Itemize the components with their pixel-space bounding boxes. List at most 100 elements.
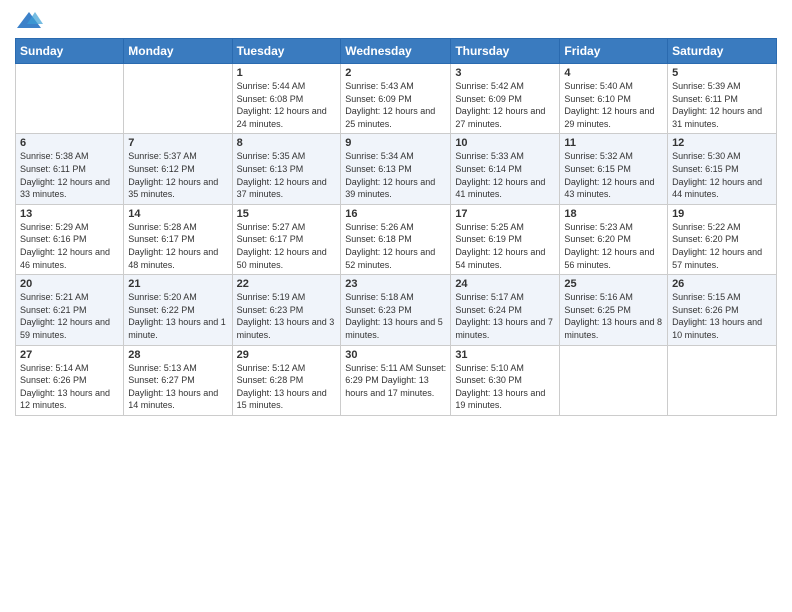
day-number: 26 [672, 278, 772, 290]
day-info: Sunrise: 5:11 AM Sunset: 6:29 PM Dayligh… [345, 362, 446, 400]
day-info: Sunrise: 5:21 AM Sunset: 6:21 PM Dayligh… [20, 291, 119, 341]
logo-icon [15, 10, 43, 32]
day-number: 7 [128, 137, 227, 149]
day-number: 18 [564, 208, 663, 220]
day-info: Sunrise: 5:35 AM Sunset: 6:13 PM Dayligh… [237, 150, 337, 200]
calendar-cell: 26Sunrise: 5:15 AM Sunset: 6:26 PM Dayli… [668, 275, 777, 345]
calendar-day-header: Wednesday [341, 39, 451, 64]
calendar-cell: 4Sunrise: 5:40 AM Sunset: 6:10 PM Daylig… [560, 64, 668, 134]
day-info: Sunrise: 5:23 AM Sunset: 6:20 PM Dayligh… [564, 221, 663, 271]
day-info: Sunrise: 5:43 AM Sunset: 6:09 PM Dayligh… [345, 80, 446, 130]
logo [15, 10, 47, 32]
day-number: 28 [128, 349, 227, 361]
calendar-cell: 9Sunrise: 5:34 AM Sunset: 6:13 PM Daylig… [341, 134, 451, 204]
calendar-cell: 17Sunrise: 5:25 AM Sunset: 6:19 PM Dayli… [451, 204, 560, 274]
calendar-cell [668, 345, 777, 415]
day-info: Sunrise: 5:29 AM Sunset: 6:16 PM Dayligh… [20, 221, 119, 271]
day-info: Sunrise: 5:25 AM Sunset: 6:19 PM Dayligh… [455, 221, 555, 271]
calendar-cell [124, 64, 232, 134]
calendar-day-header: Friday [560, 39, 668, 64]
calendar-cell: 8Sunrise: 5:35 AM Sunset: 6:13 PM Daylig… [232, 134, 341, 204]
calendar-day-header: Thursday [451, 39, 560, 64]
day-info: Sunrise: 5:18 AM Sunset: 6:23 PM Dayligh… [345, 291, 446, 341]
day-number: 24 [455, 278, 555, 290]
calendar-cell: 5Sunrise: 5:39 AM Sunset: 6:11 PM Daylig… [668, 64, 777, 134]
calendar-cell [16, 64, 124, 134]
day-number: 3 [455, 67, 555, 79]
day-info: Sunrise: 5:33 AM Sunset: 6:14 PM Dayligh… [455, 150, 555, 200]
day-info: Sunrise: 5:15 AM Sunset: 6:26 PM Dayligh… [672, 291, 772, 341]
day-number: 17 [455, 208, 555, 220]
day-number: 27 [20, 349, 119, 361]
calendar-cell: 31Sunrise: 5:10 AM Sunset: 6:30 PM Dayli… [451, 345, 560, 415]
calendar-cell: 27Sunrise: 5:14 AM Sunset: 6:26 PM Dayli… [16, 345, 124, 415]
day-info: Sunrise: 5:32 AM Sunset: 6:15 PM Dayligh… [564, 150, 663, 200]
header [15, 10, 777, 32]
calendar-cell: 22Sunrise: 5:19 AM Sunset: 6:23 PM Dayli… [232, 275, 341, 345]
calendar-cell: 20Sunrise: 5:21 AM Sunset: 6:21 PM Dayli… [16, 275, 124, 345]
day-number: 15 [237, 208, 337, 220]
day-number: 16 [345, 208, 446, 220]
day-number: 12 [672, 137, 772, 149]
day-info: Sunrise: 5:28 AM Sunset: 6:17 PM Dayligh… [128, 221, 227, 271]
calendar-cell: 24Sunrise: 5:17 AM Sunset: 6:24 PM Dayli… [451, 275, 560, 345]
day-number: 30 [345, 349, 446, 361]
day-info: Sunrise: 5:27 AM Sunset: 6:17 PM Dayligh… [237, 221, 337, 271]
calendar-cell: 30Sunrise: 5:11 AM Sunset: 6:29 PM Dayli… [341, 345, 451, 415]
calendar-cell: 2Sunrise: 5:43 AM Sunset: 6:09 PM Daylig… [341, 64, 451, 134]
calendar-cell [560, 345, 668, 415]
calendar-cell: 10Sunrise: 5:33 AM Sunset: 6:14 PM Dayli… [451, 134, 560, 204]
day-info: Sunrise: 5:12 AM Sunset: 6:28 PM Dayligh… [237, 362, 337, 412]
calendar-day-header: Tuesday [232, 39, 341, 64]
day-info: Sunrise: 5:10 AM Sunset: 6:30 PM Dayligh… [455, 362, 555, 412]
day-number: 4 [564, 67, 663, 79]
calendar-cell: 19Sunrise: 5:22 AM Sunset: 6:20 PM Dayli… [668, 204, 777, 274]
calendar-cell: 13Sunrise: 5:29 AM Sunset: 6:16 PM Dayli… [16, 204, 124, 274]
day-number: 2 [345, 67, 446, 79]
page: SundayMondayTuesdayWednesdayThursdayFrid… [0, 0, 792, 612]
day-info: Sunrise: 5:37 AM Sunset: 6:12 PM Dayligh… [128, 150, 227, 200]
day-number: 20 [20, 278, 119, 290]
calendar-cell: 11Sunrise: 5:32 AM Sunset: 6:15 PM Dayli… [560, 134, 668, 204]
calendar-cell: 18Sunrise: 5:23 AM Sunset: 6:20 PM Dayli… [560, 204, 668, 274]
day-number: 29 [237, 349, 337, 361]
calendar-week-row: 20Sunrise: 5:21 AM Sunset: 6:21 PM Dayli… [16, 275, 777, 345]
day-number: 22 [237, 278, 337, 290]
day-number: 31 [455, 349, 555, 361]
day-info: Sunrise: 5:13 AM Sunset: 6:27 PM Dayligh… [128, 362, 227, 412]
day-info: Sunrise: 5:19 AM Sunset: 6:23 PM Dayligh… [237, 291, 337, 341]
day-info: Sunrise: 5:20 AM Sunset: 6:22 PM Dayligh… [128, 291, 227, 341]
day-info: Sunrise: 5:44 AM Sunset: 6:08 PM Dayligh… [237, 80, 337, 130]
calendar-cell: 1Sunrise: 5:44 AM Sunset: 6:08 PM Daylig… [232, 64, 341, 134]
day-number: 21 [128, 278, 227, 290]
day-info: Sunrise: 5:39 AM Sunset: 6:11 PM Dayligh… [672, 80, 772, 130]
day-number: 11 [564, 137, 663, 149]
calendar-cell: 7Sunrise: 5:37 AM Sunset: 6:12 PM Daylig… [124, 134, 232, 204]
calendar-cell: 3Sunrise: 5:42 AM Sunset: 6:09 PM Daylig… [451, 64, 560, 134]
day-info: Sunrise: 5:26 AM Sunset: 6:18 PM Dayligh… [345, 221, 446, 271]
calendar-cell: 28Sunrise: 5:13 AM Sunset: 6:27 PM Dayli… [124, 345, 232, 415]
calendar-cell: 21Sunrise: 5:20 AM Sunset: 6:22 PM Dayli… [124, 275, 232, 345]
calendar-day-header: Monday [124, 39, 232, 64]
day-number: 6 [20, 137, 119, 149]
day-info: Sunrise: 5:40 AM Sunset: 6:10 PM Dayligh… [564, 80, 663, 130]
calendar-header-row: SundayMondayTuesdayWednesdayThursdayFrid… [16, 39, 777, 64]
calendar-cell: 15Sunrise: 5:27 AM Sunset: 6:17 PM Dayli… [232, 204, 341, 274]
day-number: 1 [237, 67, 337, 79]
calendar-cell: 23Sunrise: 5:18 AM Sunset: 6:23 PM Dayli… [341, 275, 451, 345]
calendar-week-row: 27Sunrise: 5:14 AM Sunset: 6:26 PM Dayli… [16, 345, 777, 415]
day-info: Sunrise: 5:16 AM Sunset: 6:25 PM Dayligh… [564, 291, 663, 341]
day-number: 23 [345, 278, 446, 290]
day-number: 5 [672, 67, 772, 79]
day-info: Sunrise: 5:22 AM Sunset: 6:20 PM Dayligh… [672, 221, 772, 271]
calendar-cell: 14Sunrise: 5:28 AM Sunset: 6:17 PM Dayli… [124, 204, 232, 274]
day-info: Sunrise: 5:14 AM Sunset: 6:26 PM Dayligh… [20, 362, 119, 412]
calendar-week-row: 6Sunrise: 5:38 AM Sunset: 6:11 PM Daylig… [16, 134, 777, 204]
day-number: 8 [237, 137, 337, 149]
day-info: Sunrise: 5:30 AM Sunset: 6:15 PM Dayligh… [672, 150, 772, 200]
calendar-cell: 16Sunrise: 5:26 AM Sunset: 6:18 PM Dayli… [341, 204, 451, 274]
calendar-cell: 6Sunrise: 5:38 AM Sunset: 6:11 PM Daylig… [16, 134, 124, 204]
calendar-cell: 12Sunrise: 5:30 AM Sunset: 6:15 PM Dayli… [668, 134, 777, 204]
calendar-week-row: 1Sunrise: 5:44 AM Sunset: 6:08 PM Daylig… [16, 64, 777, 134]
day-info: Sunrise: 5:38 AM Sunset: 6:11 PM Dayligh… [20, 150, 119, 200]
